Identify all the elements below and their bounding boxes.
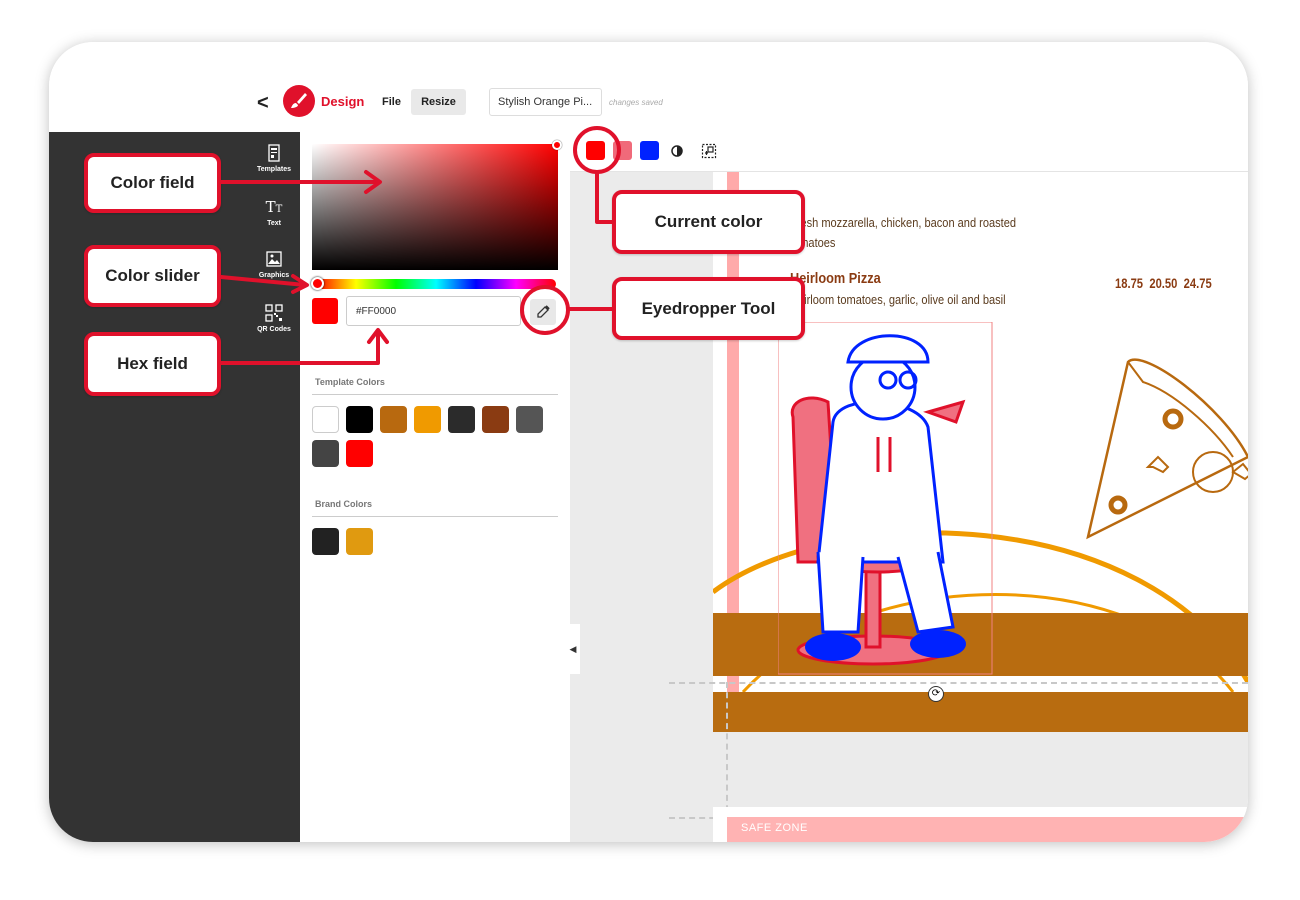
color-swatch[interactable] xyxy=(346,406,373,433)
sidebar-item-label: QR Codes xyxy=(257,326,291,333)
graphics-icon xyxy=(266,251,282,267)
divider xyxy=(312,394,558,395)
template-colors-label: Template Colors xyxy=(315,377,385,387)
color-field[interactable] xyxy=(312,144,558,270)
qr-code-icon xyxy=(265,304,283,322)
color-swatch[interactable] xyxy=(380,406,407,433)
character-illustration[interactable] xyxy=(778,322,993,677)
rotate-handle-icon[interactable]: ⟳ xyxy=(928,686,944,702)
color-swatch[interactable] xyxy=(482,406,509,433)
sidebar-item-graphics[interactable]: Graphics xyxy=(249,250,299,279)
safe-zone-label: SAFE ZONE xyxy=(741,822,808,834)
brown-band xyxy=(713,692,1248,732)
guide-line xyxy=(669,682,1248,684)
brand-colors-label: Brand Colors xyxy=(315,499,373,509)
divider xyxy=(312,516,558,517)
resize-button[interactable]: Resize xyxy=(411,89,466,115)
current-color-swatch xyxy=(312,298,338,324)
app-window: < Design File Resize Stylish Orange Pi..… xyxy=(49,42,1248,842)
canvas-toolbar xyxy=(570,132,1248,172)
hex-input[interactable] xyxy=(346,296,521,326)
color-swatch[interactable] xyxy=(516,406,543,433)
menu-description[interactable]: Fresh mozzarella, chicken, bacon and roa… xyxy=(790,215,1016,230)
color-field-handle[interactable] xyxy=(552,140,562,150)
color-slider-handle[interactable] xyxy=(311,277,324,290)
color-slider[interactable] xyxy=(316,279,556,289)
save-status: changes saved xyxy=(609,98,663,107)
menu-prices[interactable]: 18.75 20.50 24.75 xyxy=(1115,275,1212,291)
callout-hex-field: Hex field xyxy=(84,332,221,396)
brand-name: Design xyxy=(321,94,365,109)
sidebar-item-text[interactable]: TT Text xyxy=(249,198,299,227)
color-swatch[interactable] xyxy=(414,406,441,433)
menu-description[interactable]: Heirloom tomatoes, garlic, olive oil and… xyxy=(790,292,1006,307)
color-swatch[interactable] xyxy=(312,406,339,433)
color-swatch[interactable] xyxy=(312,440,339,467)
sidebar-item-qr-codes[interactable]: QR Codes xyxy=(249,304,299,333)
sidebar-item-label: Graphics xyxy=(258,272,290,279)
current-color-highlight-ring xyxy=(573,126,621,174)
layout-icon[interactable] xyxy=(701,143,717,159)
color-chip[interactable] xyxy=(640,141,659,160)
top-bar: < Design File Resize Stylish Orange Pi..… xyxy=(49,42,1248,132)
color-swatch[interactable] xyxy=(312,528,339,555)
sidebar-item-label: Templates xyxy=(256,166,292,173)
sidebar-item-templates[interactable]: Templates xyxy=(249,144,299,173)
collapse-panel-button[interactable]: ◀ xyxy=(566,624,580,674)
document-title-field[interactable]: Stylish Orange Pi... xyxy=(489,88,602,116)
color-swatch[interactable] xyxy=(346,440,373,467)
callout-eyedropper: Eyedropper Tool xyxy=(612,277,805,340)
color-panel: Template Colors Brand Colors xyxy=(300,132,570,842)
templates-icon xyxy=(268,144,280,162)
callout-color-field: Color field xyxy=(84,153,221,213)
color-swatch[interactable] xyxy=(448,406,475,433)
text-icon: TT xyxy=(265,198,283,216)
callout-color-slider: Color slider xyxy=(84,245,221,307)
paintbrush-logo-icon xyxy=(283,85,315,117)
eyedropper-highlight-ring xyxy=(520,285,570,335)
callout-current-color: Current color xyxy=(612,190,805,254)
color-swatch[interactable] xyxy=(346,528,373,555)
sidebar: Templates TT Text Graphics QR Codes xyxy=(49,132,300,842)
sidebar-item-label: Text xyxy=(267,220,281,227)
file-menu[interactable]: File xyxy=(382,96,401,108)
back-button[interactable]: < xyxy=(257,92,269,115)
contrast-icon[interactable] xyxy=(670,144,684,158)
